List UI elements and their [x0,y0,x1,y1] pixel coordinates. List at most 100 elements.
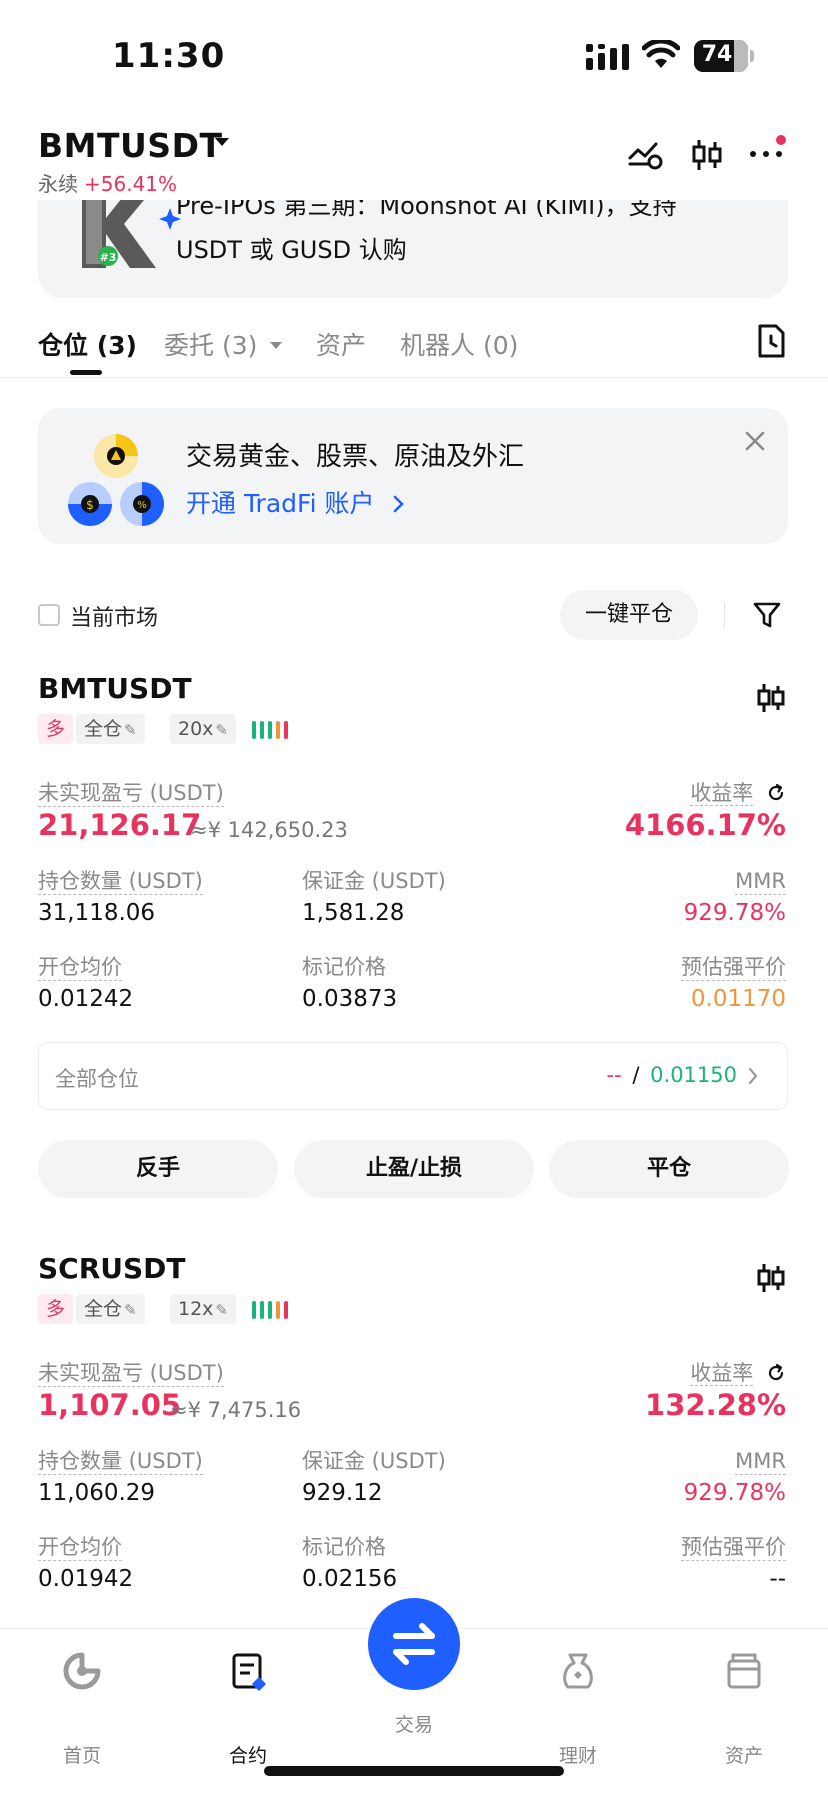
liq-price-value: -- [769,1566,786,1592]
tradfi-open-link[interactable]: 开通 TradFi 账户 [186,484,406,520]
stop-loss-value: 0.01150 [650,1063,737,1087]
candlestick-chart-icon[interactable] [690,138,724,172]
roe-label-group: 收益率 [690,780,786,806]
nav-contract[interactable]: 合约 [188,1651,308,1767]
side-tag: 多 [38,714,74,744]
position-symbol[interactable]: BMTUSDT [38,672,192,705]
signal-icon [586,44,629,70]
edit-icon: ✎ [215,1301,228,1319]
size-label: 持仓数量 (USDT) [38,869,203,895]
close-position-button[interactable]: 平仓 [549,1140,789,1198]
mark-price-value: 0.02156 [302,1566,398,1592]
all-positions-label: 全部仓位 [55,1067,139,1091]
tradfi-coins-icon: $ % [68,434,164,526]
all-positions-tpsl-value: -- / 0.01150 [607,1063,737,1087]
tradfi-title: 交易黄金、股票、原油及外汇 [186,442,525,472]
candlestick-chart-icon[interactable] [756,682,786,714]
close-icon[interactable] [744,430,766,452]
margin-mode-label: 全仓 [84,718,123,740]
nav-assets[interactable]: 资产 [684,1651,804,1767]
nav-home[interactable]: 首页 [22,1651,142,1767]
nav-assets-label: 资产 [724,1745,763,1767]
margin-mode-tag[interactable]: 全仓 ✎ [76,714,145,744]
leverage-label: 20x [178,718,214,740]
margin-label: 保证金 (USDT) [302,1449,446,1473]
unrealized-pnl-value: 1,107.05 [38,1388,182,1422]
home-indicator [264,1766,564,1776]
nav-earn[interactable]: 理财 [518,1651,638,1767]
symbol-title[interactable]: BMTUSDT [38,126,222,165]
refresh-icon[interactable] [766,1363,786,1383]
chevron-right-icon [394,495,405,513]
svg-text:$: $ [86,498,94,512]
tab-assets[interactable]: 资产 [316,326,366,362]
roe-label: 收益率 [690,781,754,806]
promo-line-2: USDT 或 GUSD 认购 [176,236,407,264]
swap-icon [393,1623,435,1665]
risk-level-indicator [252,1301,292,1319]
promo-banner[interactable]: #3 Pre-IPOs 第三期：Moonshot AI (KIMI)，支持 US… [38,190,788,298]
history-document-icon[interactable] [756,324,786,358]
all-positions-tpsl-row[interactable]: 全部仓位 -- / 0.01150 [38,1042,788,1110]
margin-mode-label: 全仓 [84,1298,123,1320]
size-label: 持仓数量 (USDT) [38,1449,203,1475]
tpsl-separator: / [632,1063,640,1087]
roe-label: 收益率 [690,1361,754,1386]
entry-price-label: 开仓均价 [38,955,122,981]
tab-orders[interactable]: 委托 (3) [164,326,283,362]
margin-mode-tag[interactable]: 全仓 ✎ [76,1294,145,1324]
battery-icon: 74 [694,40,754,72]
mark-price-label: 标记价格 [302,1535,386,1559]
divider [724,602,725,628]
mark-price-value: 0.03873 [302,986,398,1012]
chevron-down-icon[interactable] [214,136,230,148]
entry-price-value: 0.01942 [38,1566,134,1592]
filter-row: 当前市场 一键平仓 [0,590,828,646]
active-tab-indicator [70,370,102,375]
edit-icon: ✎ [215,721,228,739]
more-menu-icon[interactable] [748,134,788,168]
liq-price-label: 预估强平价 [681,1535,786,1561]
position-symbol[interactable]: SCRUSDT [38,1252,186,1285]
tab-bots[interactable]: 机器人 (0) [400,326,518,362]
leverage-label: 12x [178,1298,214,1320]
trade-button[interactable] [368,1598,460,1690]
unrealized-pnl-label: 未实现盈亏 (USDT) [38,781,224,807]
mmr-label: MMR [735,1449,786,1475]
svg-text:%: % [137,500,147,511]
leverage-tag[interactable]: 12x ✎ [170,1294,236,1324]
price-change: +56.41% [84,172,178,196]
roe-value: 132.28% [645,1388,786,1422]
refresh-icon[interactable] [766,783,786,803]
close-all-button[interactable]: 一键平仓 [560,590,698,640]
price-alert-icon[interactable] [628,138,664,170]
current-market-checkbox[interactable] [38,604,60,626]
tradfi-link-label: 开通 TradFi 账户 [186,489,375,518]
current-market-label[interactable]: 当前市场 [70,600,158,632]
tpsl-button[interactable]: 止盈/止损 [294,1140,534,1198]
leverage-tag[interactable]: 20x ✎ [170,714,236,744]
position-card: SCRUSDT 多 全仓 ✎ 12x ✎ 未实现盈亏 (USDT) 收益率 1,10… [0,1252,828,1632]
tab-orders-label: 委托 (3) [164,331,258,360]
reverse-button[interactable]: 反手 [38,1140,278,1198]
margin-label: 保证金 (USDT) [302,869,446,893]
nav-home-label: 首页 [62,1745,101,1767]
nav-trade-label: 交易 [394,1714,433,1736]
position-card: BMTUSDT 多 全仓 ✎ 20x ✎ 未实现盈亏 (USDT) 收益率 21,1… [0,672,828,1212]
margin-value: 1,581.28 [302,900,405,926]
liq-price-label: 预估强平价 [681,955,786,981]
tab-positions[interactable]: 仓位 (3) [38,326,137,362]
nav-contract-label: 合约 [228,1745,267,1767]
risk-level-indicator [252,721,292,739]
battery-level: 74 [701,42,733,67]
unrealized-pnl-label: 未实现盈亏 (USDT) [38,1361,224,1387]
tradfi-banner[interactable]: $ % 交易黄金、股票、原油及外汇 开通 TradFi 账户 [38,408,788,544]
candlestick-chart-icon[interactable] [756,1262,786,1294]
filter-icon[interactable] [752,600,782,630]
mark-price-label: 标记价格 [302,955,386,979]
liq-price-value: 0.01170 [690,986,786,1012]
entry-price-value: 0.01242 [38,986,134,1012]
kimi-logo-icon: #3 [82,190,181,268]
chevron-right-icon [748,1067,758,1085]
margin-value: 929.12 [302,1480,383,1506]
